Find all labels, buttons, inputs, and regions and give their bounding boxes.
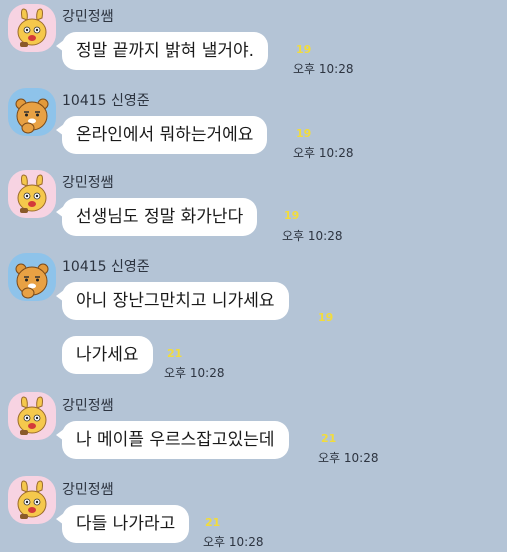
- sender-name: 강민정쌤: [62, 175, 114, 191]
- student-avatar-icon[interactable]: [8, 253, 56, 301]
- message-bubble[interactable]: 선생님도 정말 화가난다: [55, 198, 258, 236]
- teacher-avatar-icon[interactable]: [8, 476, 56, 524]
- unread-count: 21: [167, 347, 183, 360]
- sender-name: 강민정쌤: [62, 398, 114, 414]
- teacher-avatar-icon[interactable]: [8, 170, 56, 218]
- sender-name: 강민정쌤: [62, 9, 114, 25]
- message-time: 오후 10:28: [293, 146, 354, 160]
- message-time: 오후 10:28: [282, 229, 343, 243]
- message-bubble[interactable]: 나가세요: [62, 336, 153, 374]
- message-bubble[interactable]: 온라인에서 뭐하는거에요: [55, 116, 268, 154]
- sender-name: 10415 신영준: [62, 259, 150, 275]
- teacher-avatar-icon[interactable]: [8, 392, 56, 440]
- sender-name: 강민정쌤: [62, 482, 114, 498]
- message-time: 오후 10:28: [293, 62, 354, 76]
- message-time: 오후 10:28: [318, 451, 379, 465]
- teacher-avatar-icon[interactable]: [8, 4, 56, 52]
- message-time: 오후 10:28: [164, 366, 225, 380]
- unread-count: 21: [205, 516, 221, 529]
- message-bubble[interactable]: 나 메이플 우르스잡고있는데: [56, 421, 289, 459]
- student-avatar-icon[interactable]: [8, 88, 56, 136]
- message-bubble[interactable]: 다들 나가라고: [55, 505, 190, 543]
- unread-count: 19: [318, 311, 334, 324]
- message-bubble[interactable]: 정말 끝까지 밝혀 낼거야.: [55, 32, 269, 70]
- unread-count: 19: [296, 43, 312, 56]
- sender-name: 10415 신영준: [62, 93, 150, 109]
- unread-count: 19: [284, 209, 300, 222]
- message-time: 오후 10:28: [203, 535, 264, 549]
- unread-count: 21: [321, 432, 337, 445]
- unread-count: 19: [296, 127, 312, 140]
- message-bubble[interactable]: 아니 장난그만치고 니가세요: [56, 282, 289, 320]
